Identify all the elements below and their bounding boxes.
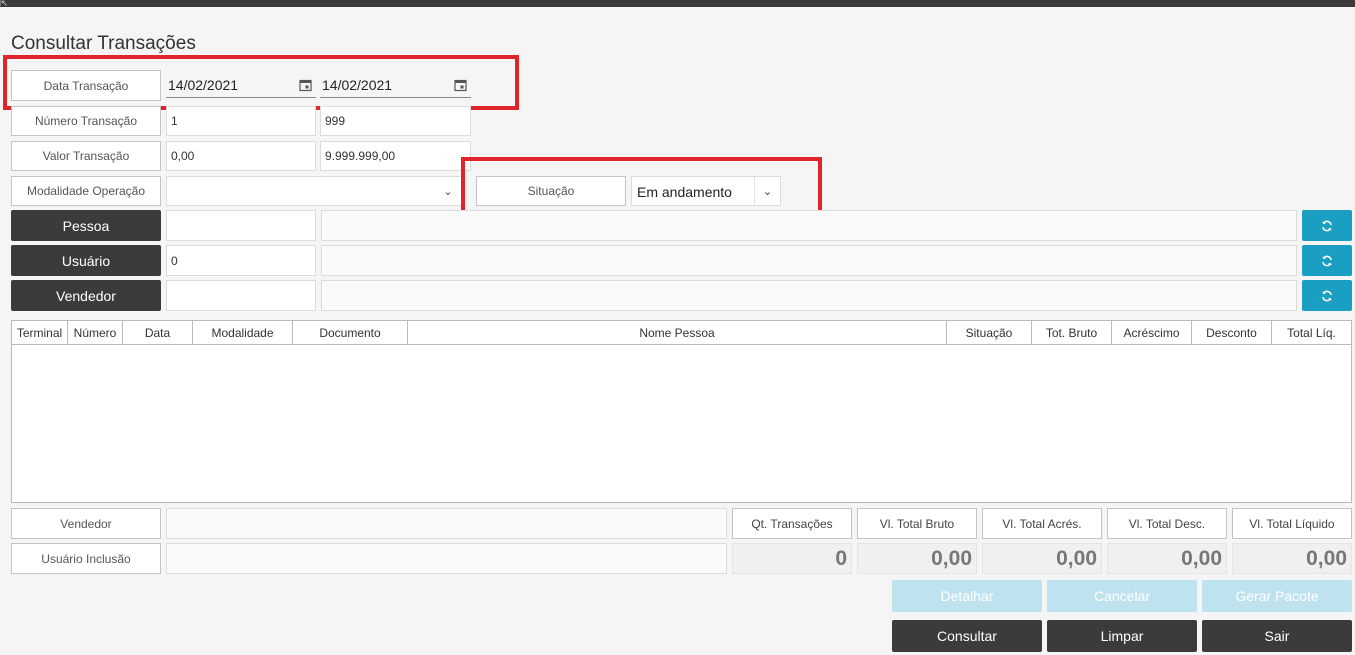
numero-transacao-label: Número Transação bbox=[11, 106, 161, 136]
vendedor-name-field bbox=[321, 280, 1297, 311]
transactions-grid[interactable]: Terminal Número Data Modalidade Document… bbox=[11, 320, 1352, 503]
chevron-down-icon[interactable]: ⌄ bbox=[435, 177, 461, 205]
modalidade-label: Modalidade Operação bbox=[11, 176, 161, 206]
vendedor-refresh-button[interactable] bbox=[1302, 280, 1352, 311]
column-header[interactable]: Total Líq. bbox=[1272, 321, 1351, 345]
vl-total-acres-label: Vl. Total Acrés. bbox=[982, 508, 1102, 539]
vl-total-acres-value: 0,00 bbox=[982, 543, 1102, 574]
vl-total-liquido-value: 0,00 bbox=[1232, 543, 1352, 574]
vl-total-desc-value: 0,00 bbox=[1107, 543, 1227, 574]
column-header[interactable]: Documento bbox=[293, 321, 408, 345]
refresh-icon bbox=[1322, 290, 1332, 301]
column-header[interactable]: Terminal bbox=[12, 321, 68, 345]
window-top-bar bbox=[0, 0, 1355, 7]
detail-vendedor-label: Vendedor bbox=[11, 508, 161, 539]
limpar-button[interactable]: Limpar bbox=[1047, 620, 1197, 652]
window-menu-icon[interactable]: ⇱ bbox=[0, 0, 10, 10]
valor-to-input[interactable]: 9.999.999,00 bbox=[320, 141, 471, 171]
pessoa-button[interactable]: Pessoa bbox=[11, 210, 161, 241]
vl-total-desc-label: Vl. Total Desc. bbox=[1107, 508, 1227, 539]
detail-usuario-inclusao-field bbox=[166, 543, 727, 574]
valor-from-input[interactable]: 0,00 bbox=[166, 141, 316, 171]
detalhar-button[interactable]: Detalhar bbox=[892, 580, 1042, 612]
vl-total-bruto-value: 0,00 bbox=[857, 543, 977, 574]
qt-transacoes-label: Qt. Transações bbox=[732, 508, 852, 539]
numero-to-input[interactable]: 999 bbox=[320, 106, 471, 136]
usuario-button[interactable]: Usuário bbox=[11, 245, 161, 276]
qt-transacoes-value: 0 bbox=[732, 543, 852, 574]
refresh-icon bbox=[1322, 255, 1332, 266]
usuario-name-field bbox=[321, 245, 1297, 276]
numero-from-input[interactable]: 1 bbox=[166, 106, 316, 136]
highlight-date-range bbox=[3, 55, 519, 110]
highlight-situacao bbox=[461, 157, 822, 216]
column-header[interactable]: Situação bbox=[947, 321, 1032, 345]
valor-transacao-label: Valor Transação bbox=[11, 141, 161, 171]
vendedor-code-input[interactable] bbox=[166, 280, 316, 311]
column-header[interactable]: Tot. Bruto bbox=[1032, 321, 1112, 345]
cancelar-button[interactable]: Cancelar bbox=[1047, 580, 1197, 612]
column-header[interactable]: Número bbox=[68, 321, 123, 345]
detail-vendedor-field bbox=[166, 508, 727, 539]
vl-total-bruto-label: Vl. Total Bruto bbox=[857, 508, 977, 539]
refresh-icon bbox=[1322, 220, 1332, 231]
grid-header: Terminal Número Data Modalidade Document… bbox=[12, 321, 1351, 345]
pessoa-refresh-button[interactable] bbox=[1302, 210, 1352, 241]
usuario-code-input[interactable]: 0 bbox=[166, 245, 316, 276]
column-header[interactable]: Modalidade bbox=[193, 321, 293, 345]
detail-usuario-inclusao-label: Usuário Inclusão bbox=[11, 543, 161, 574]
sair-button[interactable]: Sair bbox=[1202, 620, 1352, 652]
gerar-pacote-button[interactable]: Gerar Pacote bbox=[1202, 580, 1352, 612]
vl-total-liquido-label: Vl. Total Líquido bbox=[1232, 508, 1352, 539]
pessoa-name-field bbox=[321, 210, 1297, 241]
page-title: Consultar Transações bbox=[11, 33, 196, 54]
column-header[interactable]: Nome Pessoa bbox=[408, 321, 947, 345]
usuario-refresh-button[interactable] bbox=[1302, 245, 1352, 276]
column-header[interactable]: Desconto bbox=[1192, 321, 1272, 345]
pessoa-code-input[interactable] bbox=[166, 210, 316, 241]
column-header[interactable]: Acréscimo bbox=[1112, 321, 1192, 345]
consultar-button[interactable]: Consultar bbox=[892, 620, 1042, 652]
modalidade-select[interactable]: ⌄ bbox=[166, 176, 462, 206]
column-header[interactable]: Data bbox=[123, 321, 193, 345]
vendedor-button[interactable]: Vendedor bbox=[11, 280, 161, 311]
